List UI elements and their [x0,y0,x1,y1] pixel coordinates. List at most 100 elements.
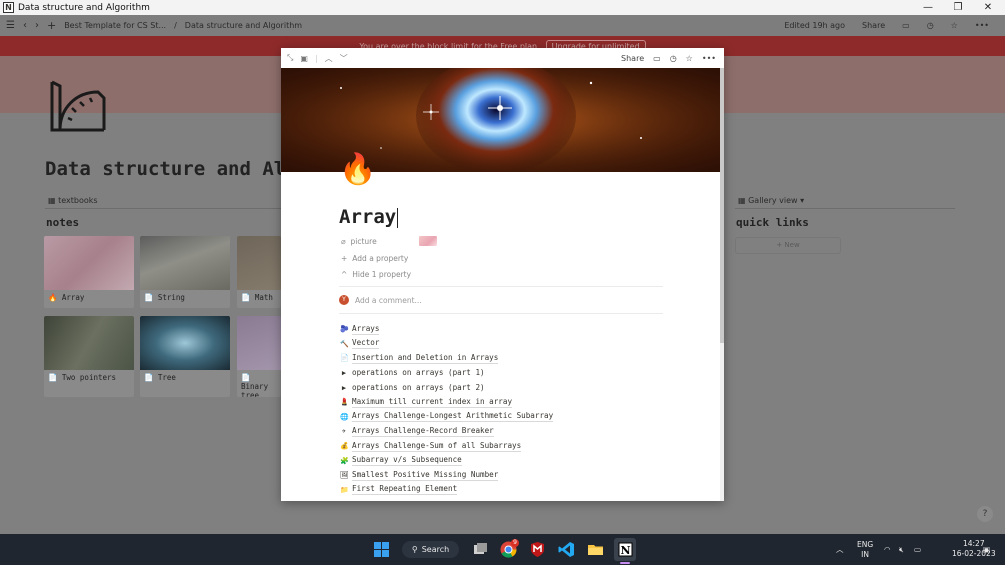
show-hidden-icons[interactable]: ︿ [836,534,844,565]
toggle-item[interactable]: ▶ operations on arrays (part 1) [340,366,553,381]
edited-timestamp: Edited 19h ago [784,21,846,30]
wifi-icon[interactable]: ◠ [884,534,891,565]
quick-links-heading: quick links [736,216,809,229]
picture-thumbnail[interactable] [419,236,437,246]
card-label: 🔥 Array [48,293,85,302]
windows-taskbar: ⚲ Search 9 N ︿ ENG IN ◠ 🔇︎ ▭ 14:27 16-02-… [0,534,1005,565]
mcafee-icon[interactable] [529,541,546,558]
page-icon: ✈ [341,427,347,436]
vscode-icon[interactable] [558,541,575,558]
toggle-item[interactable]: ▶ operations on arrays (part 2) [340,380,553,395]
breadcrumb-item[interactable]: Best Template for CS St... [64,21,166,30]
gallery-card-math[interactable]: 📄 Math [237,236,281,308]
list-item[interactable]: 🌐 Arrays Challenge-Longest Arithmetic Sub… [340,410,554,425]
list-item[interactable]: 🔨 Vector [340,337,553,352]
list-item[interactable]: 🫐 Arrays [340,322,553,337]
comment-row[interactable]: Y Add a comment... [339,295,422,305]
hide-property-button[interactable]: ^ Hide 1 property [341,270,411,279]
chevron-down-icon[interactable]: ﹀ [340,53,348,64]
card-label: 📄 Tree [144,373,176,382]
notes-heading: notes [46,216,80,229]
expand-icon[interactable]: ⤡ [287,53,293,63]
new-page-icon[interactable]: + [47,19,56,32]
list-item[interactable]: 📄 Insertion and Deletion in Arrays [340,351,553,366]
toggle-triangle-icon[interactable]: ▶ [340,384,348,392]
minimize-button[interactable]: — [913,0,943,15]
add-property-button[interactable]: + Add a property [341,254,408,263]
divider [339,286,663,287]
modal-scrollbar-thumb[interactable] [720,68,724,343]
gallery-grid-icon: ▦ [738,196,746,205]
list-item[interactable]: 📁 First Repeating Element [340,483,553,498]
window-title: Data structure and Algorithm [18,2,150,13]
volume-muted-icon[interactable]: 🔇︎ [899,534,904,565]
property-name: picture [350,237,377,246]
card-cover-image [140,236,230,290]
subpage-list: 🫐 Arrays 🔨 Vector 📄 Insertion and Deletion … [340,322,554,498]
modal-page-title[interactable]: Array [339,206,399,228]
card-cover-image [44,316,134,370]
gallery-card-binary-tree[interactable]: 📄 Binary tree [237,316,281,397]
divider [339,313,663,314]
more-options-icon[interactable]: ••• [975,21,989,30]
task-view-icon[interactable] [472,541,489,558]
list-item[interactable]: 💄 Maximum till current index in array [340,395,553,410]
card-label: 📄 Binary tree [241,373,269,397]
language-indicator[interactable]: ENG IN [857,540,873,560]
favorite-star-icon[interactable]: ☆ [686,54,693,63]
sidebar-toggle-icon[interactable]: ☰ [6,20,15,31]
comment-input[interactable]: Add a comment... [355,296,422,305]
breadcrumb-item[interactable]: Data structure and Algorithm [185,21,302,30]
topbar-share-button[interactable]: Share [862,21,885,30]
help-button[interactable]: ? [977,506,993,522]
notifications-icon[interactable]: ▣ [983,534,990,565]
battery-icon[interactable]: ▭ [914,534,921,565]
gallery-card-tree[interactable]: 📄 Tree [140,316,230,397]
avatar: Y [339,295,349,305]
topbar-actions: Edited 19h ago Share ▭ ◷ ☆ ••• [784,15,997,36]
updates-clock-icon[interactable]: ◷ [927,21,934,30]
chevron-up-icon[interactable]: ︿ [325,53,333,64]
page-emoji-icon[interactable]: 🔥 [339,152,376,187]
breadcrumb-separator: / [174,21,177,30]
maximize-button[interactable]: ❐ [943,0,973,15]
card-cover-image [237,316,281,370]
modal-share-button[interactable]: Share [621,54,644,63]
forward-arrow-icon[interactable]: › [35,20,39,31]
page-icon: 🔨 [340,339,349,348]
list-item[interactable]: 🧩 Subarray v/s Subsequence [340,453,553,468]
updates-clock-icon[interactable]: ◷ [670,54,677,63]
gallery-card-string[interactable]: 📄 String [140,236,230,308]
database-tab-textbooks[interactable]: ▦ textbooks [48,196,98,205]
property-picture[interactable]: ⌀ picture [341,237,377,246]
notion-app-icon: N [3,2,14,13]
windows-start-icon[interactable] [373,541,390,558]
page-icon: 📁 [340,485,349,494]
chrome-notification-badge: 9 [511,539,519,547]
gallery-grid-icon: ▦ [48,196,56,205]
comment-icon[interactable]: ▭ [653,54,661,63]
window-titlebar: N Data structure and Algorithm — ❐ ✕ [0,0,1005,15]
file-explorer-icon[interactable] [587,541,604,558]
list-item[interactable]: ✈ Arrays Challenge-Record Breaker [340,424,553,439]
back-arrow-icon[interactable]: ‹ [23,20,27,31]
db-tab-label: textbooks [58,196,98,205]
chevron-up-icon: ^ [341,270,348,279]
gallery-view-tab[interactable]: ▦ Gallery view ▾ [738,196,804,205]
open-as-icon[interactable]: ▣ [300,54,308,63]
new-item-button[interactable]: + New [735,237,841,254]
page-icon: 🧩 [340,456,349,465]
comment-icon[interactable]: ▭ [902,21,910,30]
notion-taskbar-icon[interactable]: N [617,541,634,558]
toggle-triangle-icon[interactable]: ▶ [340,369,348,377]
card-label: 📄 String [144,293,185,302]
gallery-card-array[interactable]: 🔥 Array [44,236,134,308]
favorite-star-icon[interactable]: ☆ [951,21,958,30]
text-caret [397,207,399,228]
list-item[interactable]: 🖼 Smallest Positive Missing Number [340,468,553,483]
taskbar-search[interactable]: ⚲ Search [402,541,459,558]
gallery-card-two-pointers[interactable]: 📄 Two pointers [44,316,134,397]
close-window-button[interactable]: ✕ [973,0,1003,15]
more-options-icon[interactable]: ••• [702,54,716,63]
list-item[interactable]: 💰 Arrays Challenge-Sum of all Subarrays [340,439,553,454]
